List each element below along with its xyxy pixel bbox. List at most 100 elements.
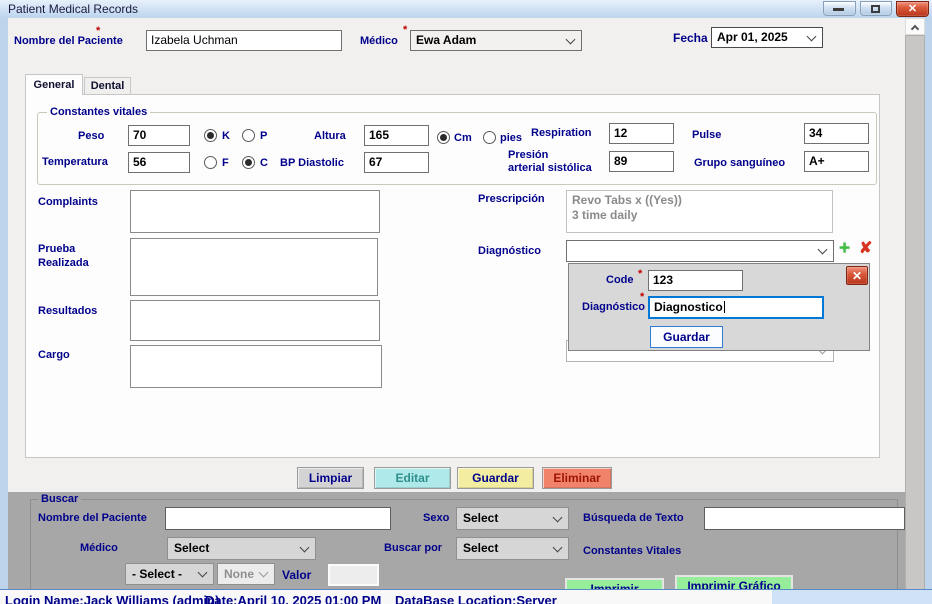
- search-patient-name-label: Nombre del Paciente: [38, 512, 147, 524]
- search-medico-dropdown[interactable]: Select: [167, 537, 316, 560]
- medico-dropdown[interactable]: Ewa Adam: [410, 30, 582, 51]
- search-patient-name-input[interactable]: [165, 507, 391, 530]
- peso-label: Peso: [78, 130, 104, 142]
- status-login: Login Name:Jack Williams (admin): [5, 593, 219, 604]
- valor-input[interactable]: [328, 564, 379, 586]
- search-medico-label: Médico: [80, 542, 118, 554]
- respiration-input[interactable]: 12: [609, 123, 674, 144]
- chevron-down-icon: [259, 568, 269, 578]
- plus-icon: +: [839, 238, 850, 259]
- prescripcion-label: Prescripción: [478, 193, 545, 205]
- altura-unit-cm-label: Cm: [454, 132, 472, 144]
- bp-systolic-input[interactable]: 89: [609, 151, 674, 172]
- buscar-por-dropdown[interactable]: Select: [456, 537, 569, 560]
- vertical-scrollbar[interactable]: [905, 18, 925, 604]
- status-date: Date:April 10, 2025 01:00 PM: [205, 593, 381, 604]
- scroll-up-button[interactable]: [905, 18, 925, 35]
- delete-x-icon: ✘: [859, 240, 872, 257]
- limpiar-button[interactable]: Limpiar: [297, 467, 364, 489]
- temp-unit-f-label: F: [222, 157, 229, 169]
- delete-diagnostico-button[interactable]: ✘: [859, 241, 872, 257]
- sexo-label: Sexo: [423, 512, 449, 524]
- add-diagnostico-button[interactable]: +: [839, 239, 850, 258]
- temp-unit-f-radio[interactable]: [204, 156, 217, 169]
- cargo-textarea[interactable]: [130, 345, 382, 388]
- grupo-sanguineo-input[interactable]: A+: [804, 151, 869, 172]
- popup-guardar-button[interactable]: Guardar: [650, 326, 723, 348]
- vital-select-dropdown[interactable]: - Select -: [125, 563, 214, 585]
- peso-unit-k-radio[interactable]: [204, 129, 217, 142]
- bp-diastolic-input[interactable]: 67: [364, 152, 429, 173]
- chevron-down-icon: [818, 245, 828, 255]
- search-group-title: Buscar: [38, 493, 81, 505]
- temp-unit-c-radio[interactable]: [242, 156, 255, 169]
- pulse-label: Pulse: [692, 129, 721, 141]
- popup-code-required-marker: *: [638, 268, 642, 280]
- altura-unit-pies-radio[interactable]: [483, 131, 496, 144]
- chevron-down-icon: [566, 34, 576, 44]
- medico-dropdown-value: Ewa Adam: [416, 33, 476, 47]
- status-bar: Login Name:Jack Williams (admin) Date:Ap…: [0, 589, 932, 604]
- peso-input[interactable]: 70: [128, 125, 190, 146]
- altura-unit-pies-label: pies: [500, 132, 522, 144]
- complaints-label: Complaints: [38, 196, 98, 208]
- popup-code-label: Code: [606, 274, 634, 286]
- chevron-down-icon: [807, 31, 817, 41]
- peso-unit-k-label: K: [222, 130, 230, 142]
- close-button[interactable]: ✕: [896, 1, 929, 17]
- text-search-input[interactable]: [704, 507, 905, 530]
- scrollbar-thumb[interactable]: [905, 35, 925, 591]
- fecha-value: Apr 01, 2025: [717, 30, 788, 44]
- peso-unit-p-radio[interactable]: [242, 129, 255, 142]
- minimize-button[interactable]: [823, 1, 856, 16]
- constantes-vitales-label: Constantes Vitales: [583, 545, 681, 557]
- unit-select-value: None: [224, 567, 254, 581]
- temperatura-label: Temperatura: [42, 156, 108, 168]
- chevron-down-icon: [300, 542, 310, 552]
- bp-diastolic-label: BP Diastolic: [280, 157, 344, 169]
- cargo-label: Cargo: [38, 349, 70, 361]
- fecha-datepicker[interactable]: Apr 01, 2025: [711, 27, 823, 48]
- status-bar-right-spacer: [772, 590, 932, 604]
- popup-close-button[interactable]: ✕: [846, 266, 868, 285]
- chevron-down-icon: [553, 542, 563, 552]
- altura-input[interactable]: 165: [364, 125, 429, 146]
- editar-button[interactable]: Editar: [374, 467, 451, 489]
- maximize-icon: [871, 5, 880, 13]
- popup-code-input[interactable]: 123: [648, 270, 743, 291]
- popup-diagnostico-input[interactable]: Diagnostico: [648, 296, 824, 319]
- grupo-sanguineo-label: Grupo sanguíneo: [694, 157, 785, 169]
- diagnostico-label: Diagnóstico: [478, 245, 541, 257]
- pulse-input[interactable]: 34: [804, 123, 869, 144]
- main-content: Nombre del Paciente * Izabela Uchman Méd…: [8, 18, 905, 604]
- vitals-groupbox: [37, 112, 877, 185]
- sexo-dropdown[interactable]: Select: [456, 507, 569, 530]
- status-database: DataBase Location:Server: [395, 593, 557, 604]
- eliminar-button[interactable]: Eliminar: [542, 467, 612, 489]
- medico-required-marker: *: [403, 24, 407, 36]
- maximize-button[interactable]: [860, 1, 892, 16]
- chevron-down-icon: [553, 512, 563, 522]
- resultados-textarea[interactable]: [130, 300, 380, 341]
- tab-general[interactable]: General: [25, 74, 83, 95]
- title-bar: Patient Medical Records ✕: [0, 0, 932, 18]
- unit-select-dropdown[interactable]: None: [217, 563, 275, 585]
- temperatura-input[interactable]: 56: [128, 152, 190, 173]
- guardar-button[interactable]: Guardar: [457, 467, 534, 489]
- patient-name-input[interactable]: Izabela Uchman: [146, 30, 342, 51]
- prueba-realizada-textarea[interactable]: [130, 238, 378, 296]
- prueba-realizada-label: Prueba Realizada: [38, 242, 89, 270]
- tab-dental[interactable]: Dental: [84, 77, 131, 95]
- prescripcion-textarea[interactable]: Revo Tabs x ((Yes)) 3 time daily: [566, 190, 833, 233]
- diagnostico-add-popup: ✕ Code * 123 * Diagnóstico Diagnostico G…: [568, 263, 870, 351]
- complaints-textarea[interactable]: [130, 190, 380, 233]
- altura-unit-cm-radio[interactable]: [437, 131, 450, 144]
- respiration-label: Respiration: [531, 127, 592, 139]
- resultados-label: Resultados: [38, 305, 97, 317]
- search-medico-dropdown-value: Select: [174, 541, 209, 555]
- chevron-down-icon: [198, 568, 208, 578]
- temp-unit-c-label: C: [260, 157, 268, 169]
- sexo-dropdown-value: Select: [463, 511, 498, 525]
- vital-select-value: - Select -: [132, 567, 182, 581]
- diagnostico-dropdown[interactable]: [566, 240, 834, 262]
